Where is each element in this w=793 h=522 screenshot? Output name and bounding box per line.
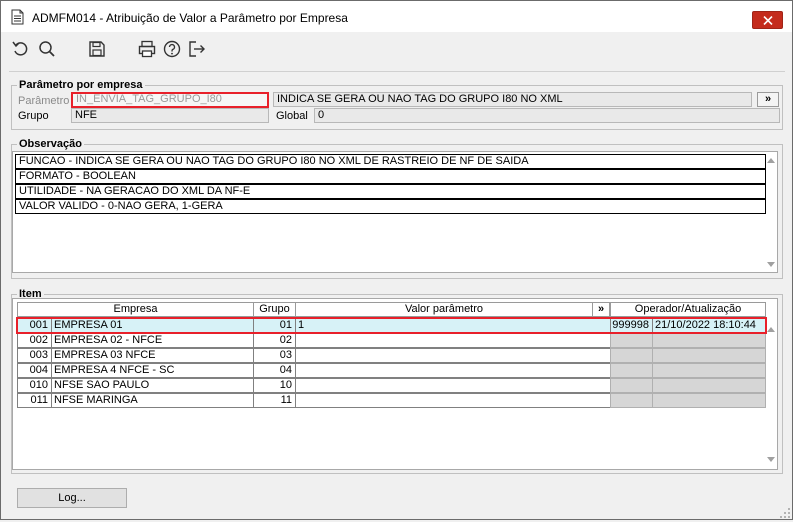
cell-operador	[610, 393, 653, 408]
cell-code: 001	[17, 318, 52, 333]
refresh-icon[interactable]	[11, 39, 31, 59]
param-group-title: Parâmetro por empresa	[17, 78, 145, 92]
document-icon	[11, 9, 24, 25]
cell-code: 002	[17, 333, 52, 348]
observation-line: FORMATO - BOOLEAN	[15, 169, 766, 184]
grupo-field: NFE	[71, 108, 269, 123]
cell-code: 010	[17, 378, 52, 393]
title-bar: ADMFM014 - Atribuição de Valor a Parâmet…	[1, 1, 792, 32]
resize-grip-icon[interactable]	[779, 507, 791, 519]
global-field: 0	[314, 108, 780, 123]
cell-empresa: EMPRESA 4 NFCE - SC	[51, 363, 254, 378]
column-header-valor[interactable]: Valor parâmetro	[295, 302, 593, 317]
cell-grupo: 11	[253, 393, 296, 408]
observation-scrollbar[interactable]	[765, 152, 777, 272]
parametro-label: Parâmetro	[18, 95, 70, 107]
cell-operador	[610, 348, 653, 363]
window-title: ADMFM014 - Atribuição de Valor a Parâmet…	[32, 11, 348, 25]
cell-valor[interactable]	[295, 333, 611, 348]
close-icon	[763, 16, 773, 25]
cell-valor[interactable]	[295, 393, 611, 408]
cell-atualizacao	[652, 378, 766, 393]
cell-empresa: EMPRESA 01	[51, 318, 254, 333]
log-button[interactable]: Log...	[17, 488, 127, 508]
toolbar-separator	[9, 71, 785, 72]
observation-line: VALOR VALIDO - 0-NAO GERA, 1-GERA	[15, 199, 766, 214]
global-label: Global	[276, 110, 308, 122]
cell-valor[interactable]	[295, 378, 611, 393]
toolbar	[1, 32, 792, 66]
exit-icon[interactable]	[187, 39, 207, 59]
cell-atualizacao	[652, 333, 766, 348]
cell-grupo: 01	[253, 318, 296, 333]
scroll-up-icon[interactable]	[767, 327, 775, 332]
column-header-operador[interactable]: Operador/Atualização	[610, 302, 766, 317]
cell-atualizacao	[652, 363, 766, 378]
app-window: ADMFM014 - Atribuição de Valor a Parâmet…	[0, 0, 793, 520]
cell-atualizacao: 21/10/2022 18:10:44	[652, 318, 766, 333]
cell-empresa: EMPRESA 02 - NFCE	[51, 333, 254, 348]
column-header-grupo[interactable]: Grupo	[253, 302, 296, 317]
cell-code: 004	[17, 363, 52, 378]
save-icon[interactable]	[87, 39, 107, 59]
cell-grupo: 10	[253, 378, 296, 393]
cell-code: 011	[17, 393, 52, 408]
observation-list[interactable]: FUNCAO - INDICA SE GERA OU NAO TAG DO GR…	[12, 151, 778, 273]
column-more-button[interactable]: »	[592, 302, 610, 317]
cell-grupo: 04	[253, 363, 296, 378]
cell-atualizacao	[652, 348, 766, 363]
cell-operador	[610, 363, 653, 378]
scroll-down-icon[interactable]	[767, 262, 775, 267]
cell-empresa: EMPRESA 03 NFCE	[51, 348, 254, 363]
cell-code: 003	[17, 348, 52, 363]
cell-empresa: NFSE MARINGA	[51, 393, 254, 408]
cell-empresa: NFSE SAO PAULO	[51, 378, 254, 393]
cell-grupo: 02	[253, 333, 296, 348]
parametro-lookup-button[interactable]: »	[757, 92, 779, 107]
scroll-down-icon[interactable]	[767, 457, 775, 462]
cell-operador: 999998	[610, 318, 653, 333]
cell-valor[interactable]: 1	[295, 318, 611, 333]
cell-valor[interactable]	[295, 348, 611, 363]
cell-operador	[610, 378, 653, 393]
help-icon[interactable]	[162, 39, 182, 59]
cell-atualizacao	[652, 393, 766, 408]
parametro-description: INDICA SE GERA OU NAO TAG DO GRUPO I80 N…	[273, 92, 752, 107]
scroll-up-icon[interactable]	[767, 158, 775, 163]
cell-grupo: 03	[253, 348, 296, 363]
search-icon[interactable]	[37, 39, 57, 59]
item-grid[interactable]: Empresa Grupo Valor parâmetro » Operador…	[12, 298, 778, 470]
observation-line: UTILIDADE - NA GERACAO DO XML DA NF-E	[15, 184, 766, 199]
cell-valor[interactable]	[295, 363, 611, 378]
item-scrollbar[interactable]	[765, 299, 777, 469]
observation-group-title: Observação	[17, 137, 84, 151]
grupo-label: Grupo	[18, 110, 49, 122]
close-button[interactable]	[752, 11, 783, 29]
cell-operador	[610, 333, 653, 348]
observation-line: FUNCAO - INDICA SE GERA OU NAO TAG DO GR…	[15, 154, 766, 169]
print-icon[interactable]	[137, 39, 157, 59]
column-header-empresa[interactable]: Empresa	[17, 302, 254, 317]
parametro-input[interactable]: IN_ENVIA_TAG_GRUPO_I80	[71, 92, 269, 108]
